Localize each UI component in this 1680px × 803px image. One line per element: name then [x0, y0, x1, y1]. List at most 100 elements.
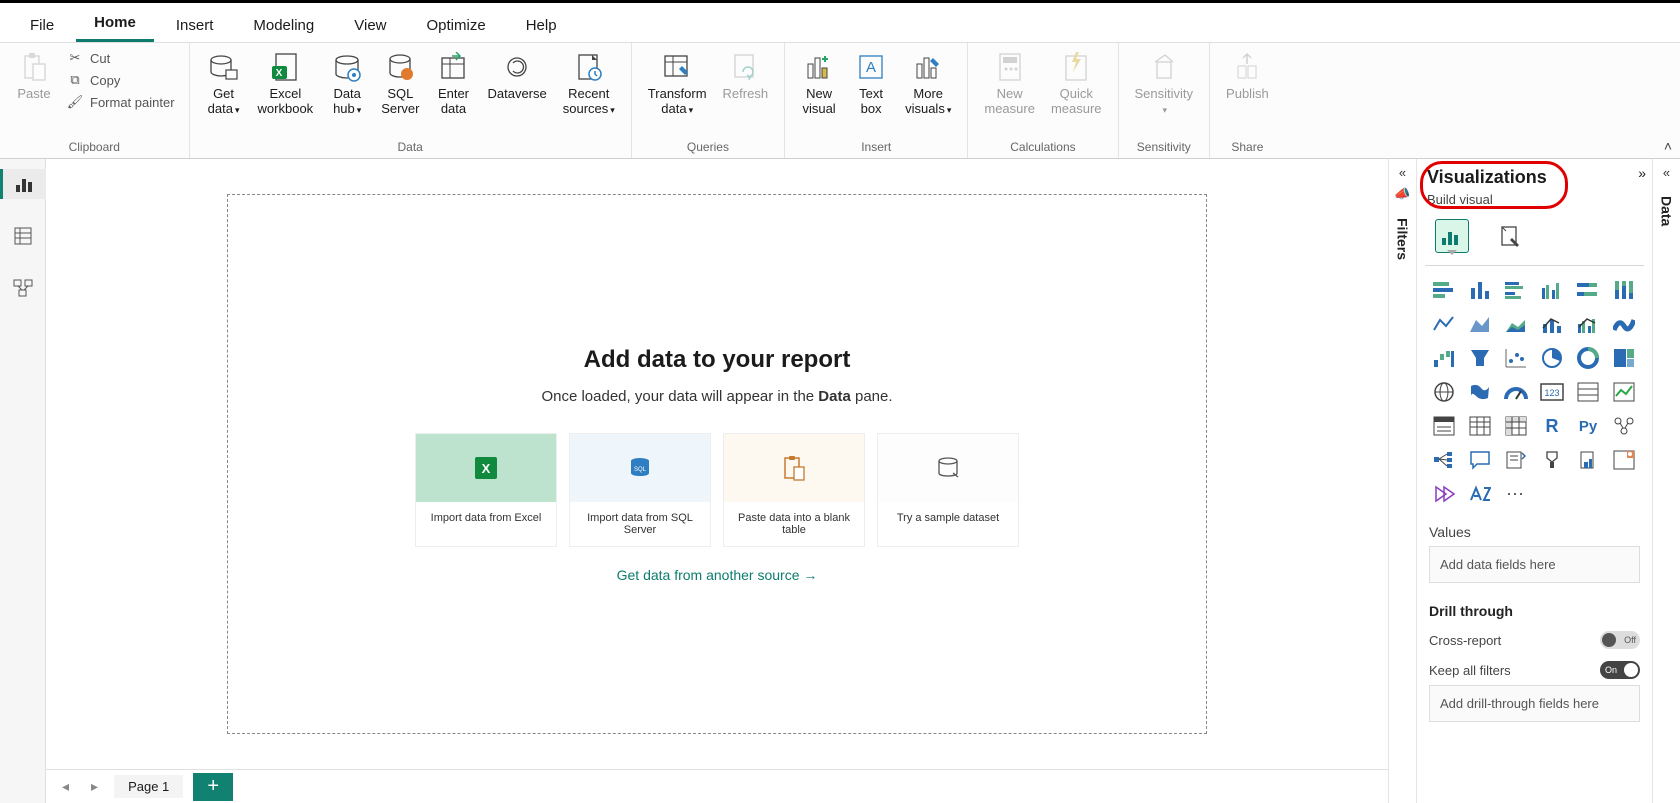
line-stacked-column-icon[interactable] [1537, 310, 1567, 338]
azure-map-icon[interactable] [1465, 480, 1495, 508]
group-calculations: New measure Quick measure Calculations [968, 43, 1118, 158]
tab-home[interactable]: Home [76, 6, 154, 42]
enter-data-button[interactable]: Enter data [429, 47, 477, 119]
report-view-button[interactable] [0, 169, 46, 199]
tab-modeling[interactable]: Modeling [235, 9, 332, 42]
donut-icon[interactable] [1573, 344, 1603, 372]
power-automate-icon[interactable] [1429, 480, 1459, 508]
dataverse-button[interactable]: Dataverse [481, 47, 552, 104]
expand-filters-icon[interactable]: « [1399, 165, 1406, 180]
new-visual-button[interactable]: New visual [795, 47, 843, 119]
card-import-sql[interactable]: SQLImport data from SQL Server [569, 433, 711, 547]
gauge-icon[interactable] [1501, 378, 1531, 406]
keep-filters-toggle[interactable]: On [1600, 661, 1640, 679]
card-icon[interactable]: 123 [1537, 378, 1567, 406]
viz-pane-subtitle: Build visual [1427, 192, 1642, 207]
cut-button[interactable]: ✂Cut [66, 49, 175, 67]
smart-narrative-icon[interactable] [1501, 446, 1531, 474]
treemap-icon[interactable] [1609, 344, 1639, 372]
text-box-button[interactable]: AText box [847, 47, 895, 119]
viz-pane-title: Visualizations [1427, 167, 1642, 188]
sql-server-button[interactable]: SQL Server [375, 47, 425, 119]
group-clipboard: Paste ✂Cut ⧉Copy 🖌Format painter Clipboa… [0, 43, 190, 158]
tab-file[interactable]: File [12, 9, 72, 42]
add-page-button[interactable]: + [193, 773, 233, 801]
format-visual-tab[interactable] [1493, 219, 1527, 253]
filters-pane-collapsed[interactable]: « 📣 Filters [1388, 159, 1416, 803]
ribbon-chart-icon[interactable] [1609, 310, 1639, 338]
filled-map-icon[interactable] [1465, 378, 1495, 406]
excel-workbook-button[interactable]: XExcel workbook [252, 47, 320, 119]
quick-measure-button[interactable]: Quick measure [1045, 47, 1108, 119]
model-view-button[interactable] [8, 273, 38, 303]
report-canvas[interactable]: Add data to your report Once loaded, you… [227, 194, 1207, 734]
decomposition-tree-icon[interactable] [1429, 446, 1459, 474]
recent-sources-button[interactable]: Recent sources▾ [557, 47, 621, 119]
table-icon[interactable] [1465, 412, 1495, 440]
goals-icon[interactable] [1537, 446, 1567, 474]
group-data: Get data▾ XExcel workbook Data hub▾ SQL … [190, 43, 632, 158]
sensitivity-button[interactable]: Sensitivity▾ [1129, 47, 1200, 119]
card-import-excel[interactable]: XImport data from Excel [415, 433, 557, 547]
cross-report-toggle[interactable]: Off [1600, 631, 1640, 649]
page-tab-1[interactable]: Page 1 [114, 775, 183, 798]
new-measure-button[interactable]: New measure [978, 47, 1041, 119]
paginated-report-icon[interactable] [1573, 446, 1603, 474]
slicer-icon[interactable] [1429, 412, 1459, 440]
line-clustered-column-icon[interactable] [1573, 310, 1603, 338]
power-apps-icon[interactable] [1609, 446, 1639, 474]
tab-view[interactable]: View [336, 9, 404, 42]
collapse-viz-icon[interactable]: » [1638, 165, 1646, 181]
collapse-ribbon-icon[interactable]: ˄ [1664, 138, 1672, 154]
card-sample-dataset[interactable]: Try a sample dataset [877, 433, 1019, 547]
funnel-icon[interactable] [1465, 344, 1495, 372]
tab-insert[interactable]: Insert [158, 9, 232, 42]
expand-data-icon[interactable]: « [1663, 165, 1670, 180]
waterfall-icon[interactable] [1429, 344, 1459, 372]
publish-button[interactable]: Publish [1220, 47, 1275, 104]
data-view-button[interactable] [8, 221, 38, 251]
stacked-column-icon[interactable] [1465, 276, 1495, 304]
clustered-bar-icon[interactable] [1501, 276, 1531, 304]
tab-help[interactable]: Help [508, 9, 575, 42]
stacked-bar-icon[interactable] [1429, 276, 1459, 304]
qa-visual-icon[interactable] [1465, 446, 1495, 474]
values-drop-well[interactable]: Add data fields here [1429, 546, 1640, 583]
page-next-button[interactable]: ▸ [85, 778, 104, 795]
page-prev-button[interactable]: ◂ [56, 778, 75, 795]
get-data-another-source-link[interactable]: Get data from another source → [617, 567, 818, 583]
group-label: Clipboard [69, 140, 120, 156]
card-paste-data[interactable]: Paste data into a blank table [723, 433, 865, 547]
build-visual-tab[interactable] [1435, 219, 1469, 253]
get-data-button[interactable]: Get data▾ [200, 47, 248, 119]
r-visual-icon[interactable]: R [1537, 412, 1567, 440]
multi-row-card-icon[interactable] [1573, 378, 1603, 406]
python-visual-icon[interactable]: Py [1573, 412, 1603, 440]
data-hub-button[interactable]: Data hub▾ [323, 47, 371, 119]
kpi-icon[interactable] [1609, 378, 1639, 406]
area-chart-icon[interactable] [1465, 310, 1495, 338]
format-painter-button[interactable]: 🖌Format painter [66, 93, 175, 111]
matrix-icon[interactable] [1501, 412, 1531, 440]
data-pane-collapsed[interactable]: « Data [1652, 159, 1680, 803]
line-chart-icon[interactable] [1429, 310, 1459, 338]
excel-icon: X [267, 49, 303, 85]
copy-button[interactable]: ⧉Copy [66, 71, 175, 89]
pie-icon[interactable] [1537, 344, 1567, 372]
group-insert: New visual AText box More visuals▾ Inser… [785, 43, 968, 158]
hundred-stacked-bar-icon[interactable] [1573, 276, 1603, 304]
paste-button[interactable]: Paste [10, 47, 58, 104]
refresh-button[interactable]: Refresh [717, 47, 775, 104]
transform-data-button[interactable]: Transform data▾ [642, 47, 713, 119]
stacked-area-icon[interactable] [1501, 310, 1531, 338]
key-influencers-icon[interactable] [1609, 412, 1639, 440]
more-visuals-button[interactable]: More visuals▾ [899, 47, 957, 119]
map-icon[interactable] [1429, 378, 1459, 406]
scatter-icon[interactable] [1501, 344, 1531, 372]
hundred-stacked-column-icon[interactable] [1609, 276, 1639, 304]
drill-through-drop-well[interactable]: Add drill-through fields here [1429, 685, 1640, 722]
tab-optimize[interactable]: Optimize [409, 9, 504, 42]
more-visuals-icon[interactable]: ⋯ [1501, 480, 1531, 508]
clustered-column-icon[interactable] [1537, 276, 1567, 304]
svg-text:123: 123 [1544, 388, 1559, 398]
